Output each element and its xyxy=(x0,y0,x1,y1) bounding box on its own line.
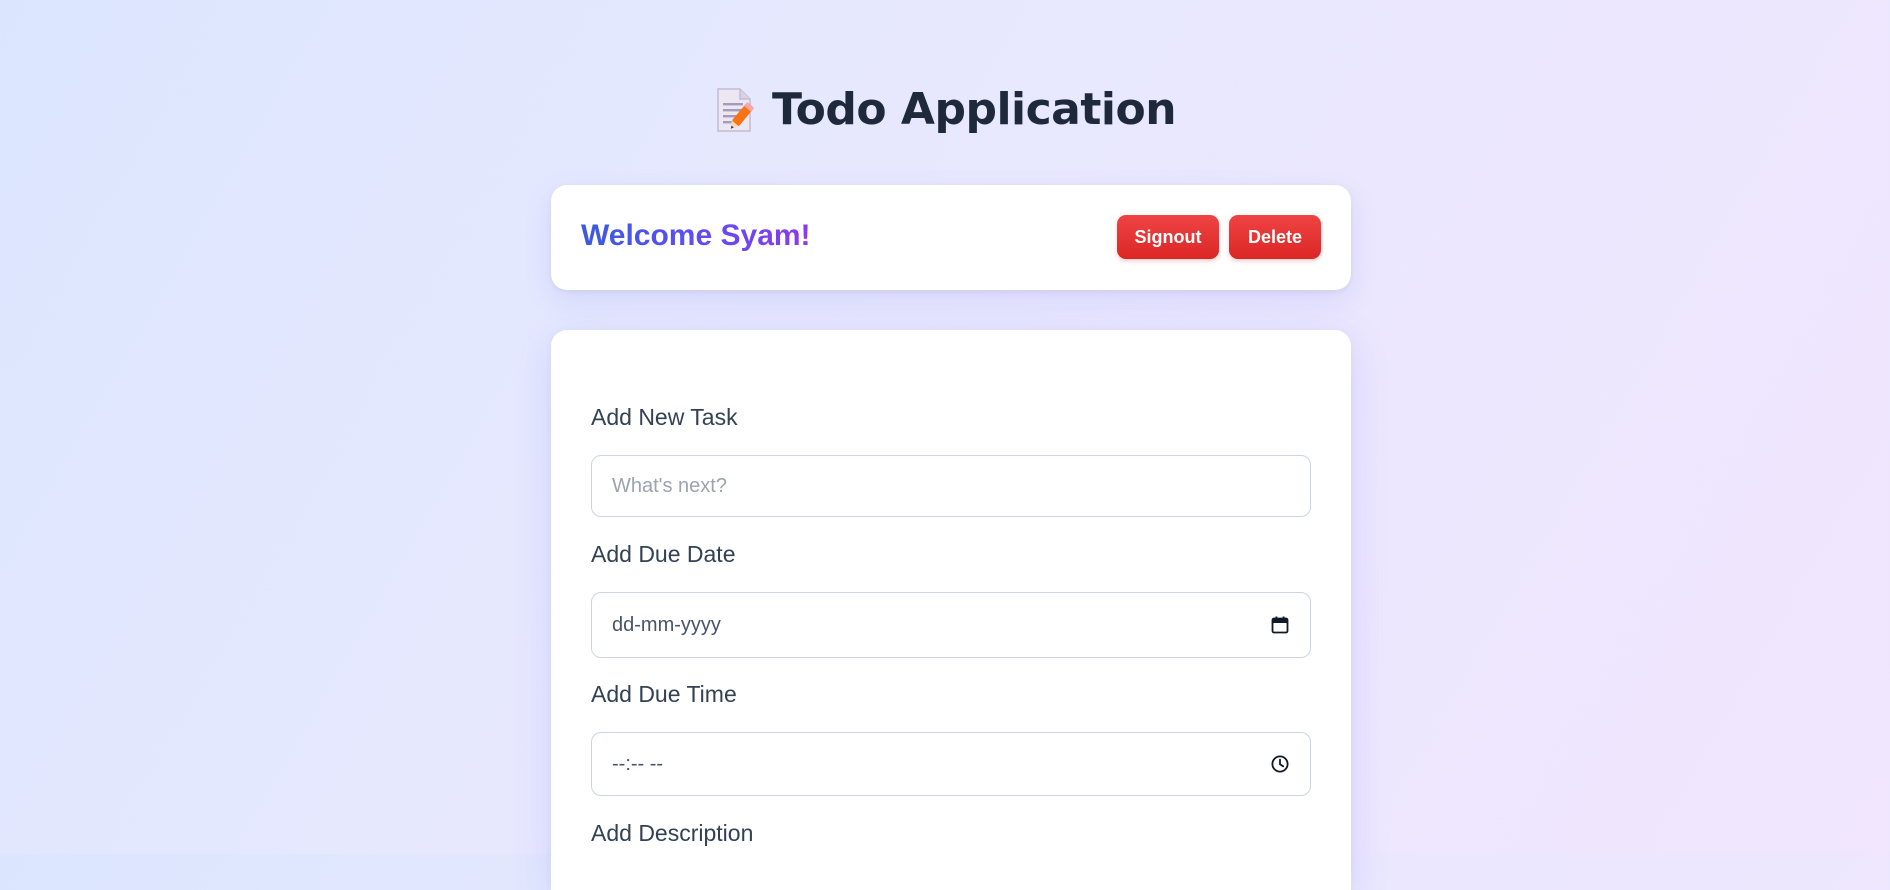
delete-button[interactable]: Delete xyxy=(1229,215,1321,259)
clock-icon[interactable] xyxy=(1270,754,1290,774)
due-time-input[interactable]: --:-- -- xyxy=(591,732,1311,796)
due-date-placeholder: dd-mm-yyyy xyxy=(612,613,721,636)
due-date-label: Add Due Date xyxy=(591,541,736,567)
task-form-card: Add New Task What's next? Add Due Date d… xyxy=(551,330,1351,890)
signout-button[interactable]: Signout xyxy=(1117,215,1219,259)
task-label: Add New Task xyxy=(591,404,738,430)
page-title: Todo Application xyxy=(0,84,1890,144)
due-date-input[interactable]: dd-mm-yyyy xyxy=(591,592,1311,658)
task-placeholder: What's next? xyxy=(612,474,727,497)
due-time-label: Add Due Time xyxy=(591,681,737,707)
due-time-placeholder: --:-- -- xyxy=(612,752,664,775)
calendar-icon[interactable] xyxy=(1270,615,1290,635)
task-input[interactable]: What's next? xyxy=(591,455,1311,517)
description-label: Add Description xyxy=(591,820,754,846)
memo-icon xyxy=(714,87,755,133)
welcome-card: Welcome Syam! Signout Delete xyxy=(551,185,1351,290)
app-title: Todo Application xyxy=(771,84,1177,135)
title-group: Todo Application xyxy=(714,84,1177,135)
welcome-greeting: Welcome Syam! xyxy=(581,219,811,252)
